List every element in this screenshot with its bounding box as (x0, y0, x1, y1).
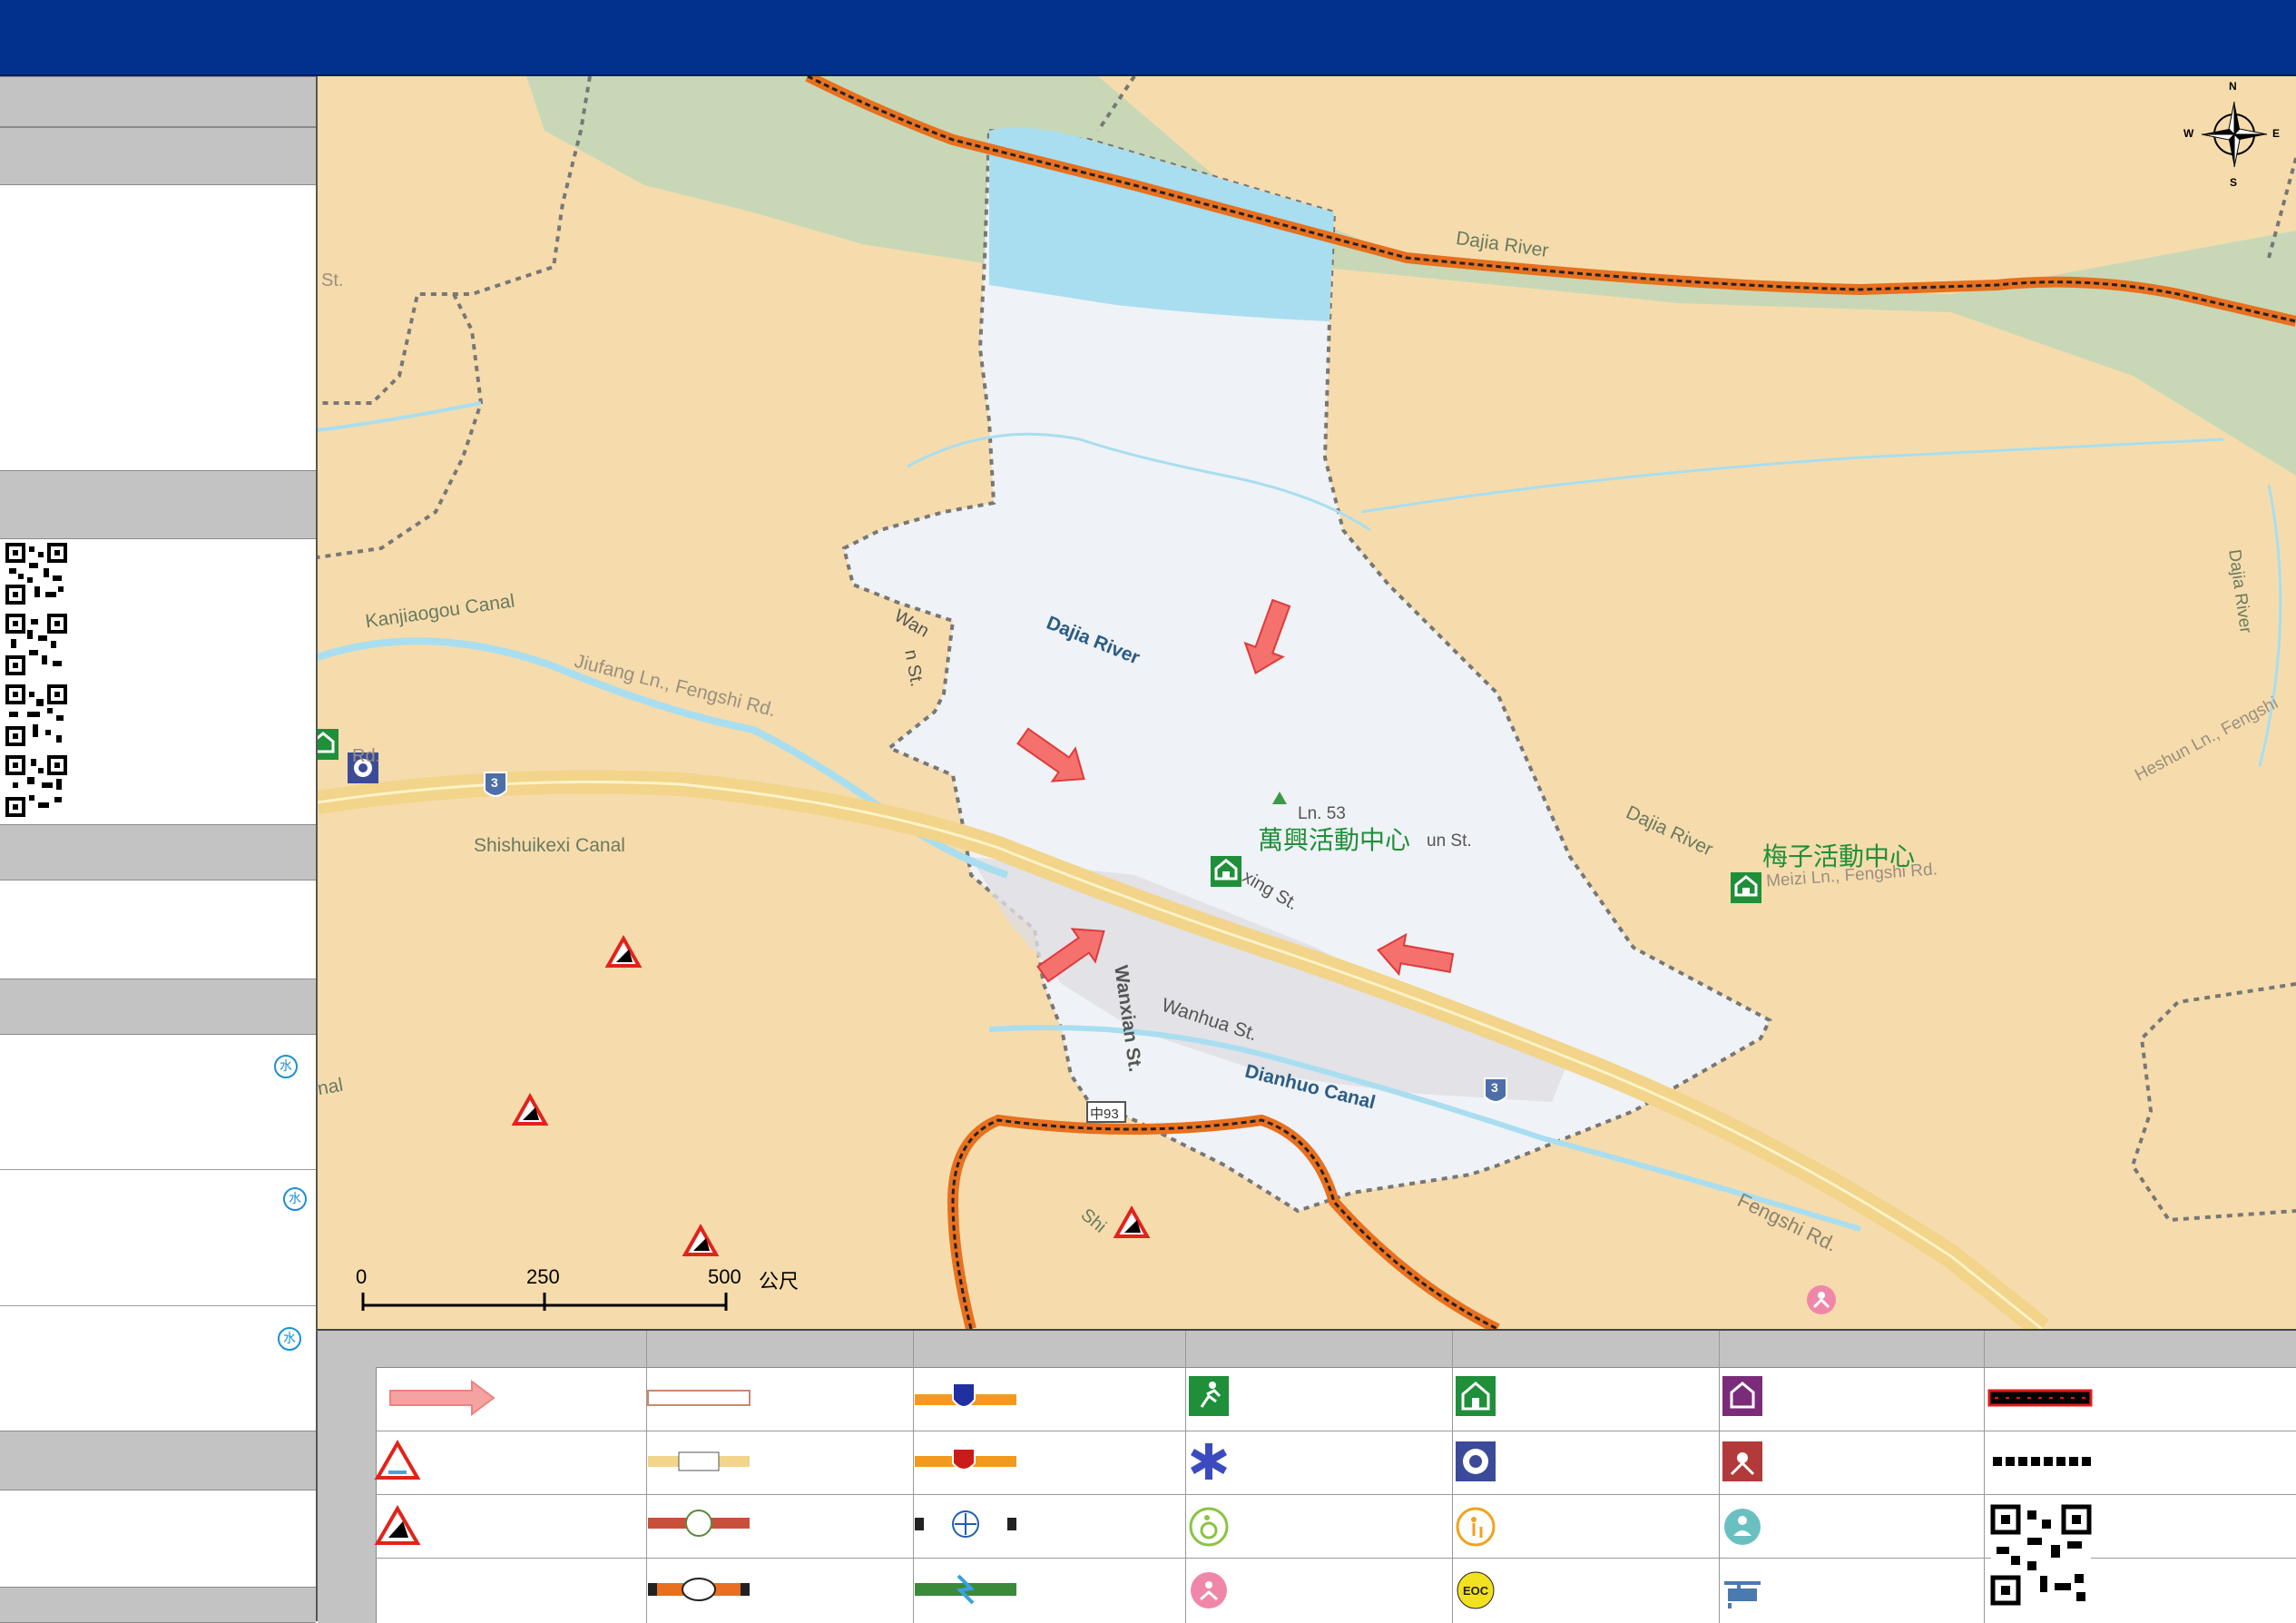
landslide-icon (374, 1505, 421, 1545)
police-icon (1456, 1441, 1496, 1481)
expressway-symbol (915, 1448, 1016, 1471)
stream (318, 401, 482, 432)
compass-east: E (2272, 127, 2281, 140)
sidebar-header-3 (0, 470, 316, 539)
street-label: Rd. (352, 746, 381, 766)
route-number: 3 (491, 775, 498, 790)
metro-symbol (915, 1510, 1016, 1538)
river-floodplain (526, 76, 2296, 476)
flood-icon (374, 1440, 421, 1480)
water-badge-icon: 水 (278, 1327, 301, 1351)
qr-code-icon[interactable] (5, 755, 67, 817)
header-bar (0, 0, 2296, 76)
sidebar-header-6 (0, 1431, 316, 1490)
highway-symbol (648, 1451, 750, 1471)
qr-code-stack (5, 543, 67, 817)
shelter-label: 梅子活動中心 (1762, 841, 1916, 871)
ambulance-icon (1191, 1443, 1227, 1480)
railway-symbol (648, 1578, 750, 1601)
sidebar-panel: 水 水 水 (0, 76, 318, 1623)
qr-code-icon[interactable] (1990, 1504, 2092, 1606)
family-care-icon (1724, 1509, 1761, 1545)
qr-code-icon[interactable] (5, 543, 67, 605)
hsr-symbol (915, 1574, 1016, 1605)
landslide-icon[interactable] (511, 1092, 549, 1126)
route-number: 中93 (1090, 1107, 1119, 1122)
landslide-icon[interactable] (604, 934, 643, 968)
elderly-icon (1456, 1507, 1496, 1547)
street-label: St. (321, 270, 344, 290)
shelter-icon[interactable] (1211, 856, 1241, 887)
national-highway-symbol (915, 1382, 1016, 1408)
compass-rose-icon (2201, 101, 2268, 168)
landslide-icon[interactable] (1113, 1205, 1151, 1238)
family-care-icon[interactable] (1807, 1285, 1836, 1314)
landslide-icon[interactable] (682, 1223, 720, 1256)
sidebar-divider (0, 1305, 316, 1306)
water-badge-icon: 水 (274, 1055, 298, 1078)
railway-line-red (1987, 1389, 2093, 1407)
shelter-label: 萬興活動中心 (1258, 825, 1411, 855)
shelter-icon (1456, 1376, 1496, 1416)
scale-unit: 公尺 (759, 1271, 800, 1293)
eoc-label: EOC (1463, 1584, 1489, 1598)
provincial-road-symbol (648, 1510, 750, 1537)
sidebar-header-5 (0, 979, 316, 1035)
compass-north: N (2229, 80, 2237, 93)
shelter-icon[interactable] (1731, 872, 1761, 903)
sidebar-header-1 (0, 76, 316, 127)
map-legend: EOC (318, 1329, 2296, 1623)
shelter-icon[interactable] (318, 729, 339, 760)
district-boundary (2130, 982, 2296, 1223)
qr-code-icon[interactable] (5, 684, 67, 746)
stream (1360, 438, 2224, 514)
wheelchair-icon (1189, 1507, 1229, 1547)
scale-tick-0: 0 (356, 1265, 368, 1288)
sidebar-header-7 (0, 1587, 316, 1623)
canal-label: nal (318, 1074, 345, 1100)
hospital-icon (1722, 1441, 1762, 1481)
evacuation-icon (1189, 1376, 1229, 1416)
scale-tick-500: 500 (708, 1265, 741, 1288)
caregiver-icon (1191, 1572, 1227, 1608)
helicopter-icon (1724, 1581, 1761, 1608)
evacuation-arrow-icon (389, 1380, 496, 1416)
compass-south: S (2230, 176, 2238, 189)
sidebar-header-2 (0, 127, 316, 185)
map-view[interactable]: Dajia River Dajia River Dajia River Daji… (318, 76, 2296, 1329)
legend-symbols (374, 1376, 2093, 1609)
road-symbol (647, 1390, 751, 1406)
scale-bar (361, 1293, 728, 1311)
compass-west: W (2183, 127, 2194, 140)
sidebar-header-4 (0, 824, 316, 880)
canal-label: Shishuikexi Canal (474, 835, 625, 856)
fire-station-icon (1722, 1376, 1762, 1416)
stream (2258, 484, 2282, 767)
qr-code-icon[interactable] (5, 614, 67, 675)
sidebar-divider (0, 1169, 316, 1170)
scale-tick-250: 250 (526, 1265, 560, 1288)
street-label: un St. (1427, 831, 1472, 851)
map-canvas (318, 76, 2296, 1329)
route-number: 3 (1491, 1080, 1498, 1095)
water-badge-icon: 水 (283, 1187, 307, 1211)
